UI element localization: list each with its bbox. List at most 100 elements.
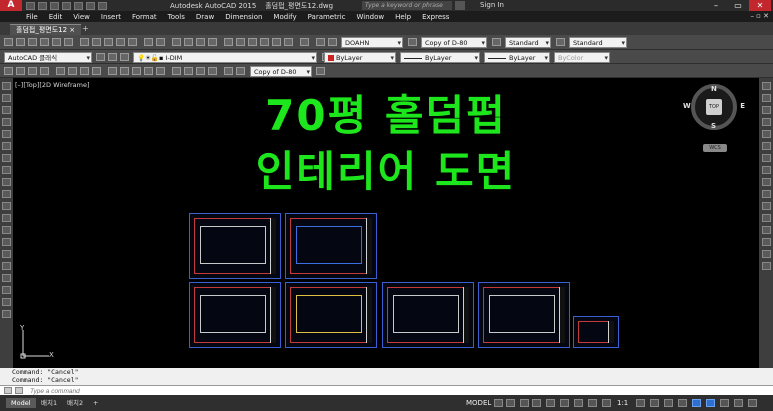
arc-icon[interactable] [2, 142, 11, 150]
inspection-icon[interactable] [196, 67, 205, 75]
ellipse-icon[interactable] [2, 190, 11, 198]
tb-preview-icon[interactable] [52, 38, 61, 46]
search-input[interactable]: Type a keyword or phrase [362, 1, 452, 10]
trim-icon[interactable] [762, 190, 771, 198]
drawing-viewport[interactable]: [–][Top][2D Wireframe] 70평 홀덤펍 인테리어 도면 N… [13, 78, 759, 368]
tb-publish-icon[interactable] [64, 38, 73, 46]
menu-format[interactable]: Format [132, 13, 157, 21]
dim-quick-icon[interactable] [108, 67, 117, 75]
array-icon[interactable] [762, 130, 771, 138]
dim-ordinate-icon[interactable] [40, 67, 49, 75]
layer-properties-icon[interactable] [108, 53, 117, 61]
dim-baseline-icon[interactable] [120, 67, 129, 75]
tb-copy-icon[interactable] [92, 38, 101, 46]
move-icon[interactable] [762, 142, 771, 150]
tolerance-icon[interactable] [172, 67, 181, 75]
mirror-icon[interactable] [762, 106, 771, 114]
menu-help[interactable]: Help [395, 13, 411, 21]
menu-tools[interactable]: Tools [168, 13, 185, 21]
hatch-icon[interactable] [2, 250, 11, 258]
viewcube-top-face[interactable]: TOP [706, 99, 722, 115]
menu-express[interactable]: Express [422, 13, 449, 21]
mtext-icon[interactable] [2, 298, 11, 306]
extend-icon[interactable] [762, 202, 771, 210]
tb-quickcalc-icon[interactable] [284, 38, 293, 46]
plot-style-select[interactable]: ByColor [554, 52, 610, 63]
drawing-window-controls[interactable]: – ▫ ✕ [750, 12, 769, 20]
tb-undo-icon[interactable] [144, 38, 153, 46]
tb-markup-icon[interactable] [272, 38, 281, 46]
tab-drawing[interactable]: 홀덤펍_평면도12 × [10, 24, 82, 35]
spline-icon[interactable] [2, 178, 11, 186]
rectangle-icon[interactable] [2, 130, 11, 138]
circle-icon[interactable] [2, 154, 11, 162]
tb-new-icon[interactable] [4, 38, 13, 46]
tb-sheetset-icon[interactable] [260, 38, 269, 46]
line-icon[interactable] [2, 82, 11, 90]
menu-view[interactable]: View [73, 13, 90, 21]
restore-button[interactable]: ▭ [727, 0, 749, 11]
save-as-icon[interactable] [62, 1, 71, 10]
tb-plot-icon[interactable] [40, 38, 49, 46]
dim-arc-icon[interactable] [28, 67, 37, 75]
tb-dim-linear-icon[interactable] [316, 38, 325, 46]
tab-model[interactable]: Model [6, 398, 36, 408]
print-icon[interactable] [74, 1, 83, 10]
add-layout-button[interactable]: + [88, 398, 103, 408]
tb-open-icon[interactable] [16, 38, 25, 46]
sign-in-button[interactable]: Sign In [480, 1, 504, 9]
tab-layout2[interactable]: 배치2 [62, 398, 88, 408]
dim-diameter-icon[interactable] [80, 67, 89, 75]
wcs-menu[interactable]: WCS [703, 144, 727, 152]
erase-icon[interactable] [762, 82, 771, 90]
layer-state-icon[interactable] [120, 53, 129, 61]
polar-icon[interactable] [532, 399, 541, 407]
dim-linear-icon[interactable] [4, 67, 13, 75]
lock-ui-icon[interactable] [692, 399, 701, 407]
tb-text-style-icon[interactable] [328, 38, 337, 46]
construction-line-icon[interactable] [2, 94, 11, 102]
isolate-objects-icon[interactable] [706, 399, 715, 407]
command-recent-icon[interactable] [15, 387, 23, 394]
dim-aligned-icon[interactable] [16, 67, 25, 75]
customization-icon[interactable] [748, 399, 757, 407]
quick-properties-icon[interactable] [678, 399, 687, 407]
viewcube[interactable]: N S W E TOP [683, 84, 745, 130]
dim-space-icon[interactable] [144, 67, 153, 75]
autocad-logo-icon[interactable]: A [0, 0, 22, 11]
redo-icon[interactable] [98, 1, 107, 10]
tb-toolpalettes-icon[interactable] [248, 38, 257, 46]
snap-icon[interactable] [506, 399, 515, 407]
menu-insert[interactable]: Insert [101, 13, 121, 21]
jogged-linear-icon[interactable] [208, 67, 217, 75]
compass-east[interactable]: E [740, 102, 745, 110]
tb-redo-icon[interactable] [156, 38, 165, 46]
minimize-button[interactable]: – [705, 0, 727, 11]
join-icon[interactable] [762, 226, 771, 234]
tb-zoom-previous-icon[interactable] [208, 38, 217, 46]
revcloud-icon[interactable] [2, 166, 11, 174]
layer-select[interactable]: 💡☀🔓▪ I-DIM [133, 52, 317, 63]
menu-edit[interactable]: Edit [49, 13, 63, 21]
tb-block-icon[interactable] [128, 38, 137, 46]
tb-properties-icon[interactable] [224, 38, 233, 46]
hardware-accel-icon[interactable] [720, 399, 729, 407]
tb-matchprop-icon[interactable] [116, 38, 125, 46]
offset-icon[interactable] [762, 118, 771, 126]
clean-screen-icon[interactable] [734, 399, 743, 407]
tb-pan-icon[interactable] [172, 38, 181, 46]
osnap-icon[interactable] [574, 399, 583, 407]
dim-angular-icon[interactable] [92, 67, 101, 75]
search-icon[interactable] [455, 1, 465, 10]
command-close-icon[interactable] [4, 387, 12, 394]
table-icon[interactable] [2, 286, 11, 294]
polygon-icon[interactable] [2, 118, 11, 126]
ortho-icon[interactable] [520, 399, 529, 407]
fillet-icon[interactable] [762, 250, 771, 258]
dim-continue-icon[interactable] [132, 67, 141, 75]
undo-icon[interactable] [86, 1, 95, 10]
menu-draw[interactable]: Draw [196, 13, 214, 21]
workspace-select[interactable]: AutoCAD 클래식 [4, 52, 92, 63]
tb-help-icon[interactable] [300, 38, 309, 46]
stretch-icon[interactable] [762, 178, 771, 186]
